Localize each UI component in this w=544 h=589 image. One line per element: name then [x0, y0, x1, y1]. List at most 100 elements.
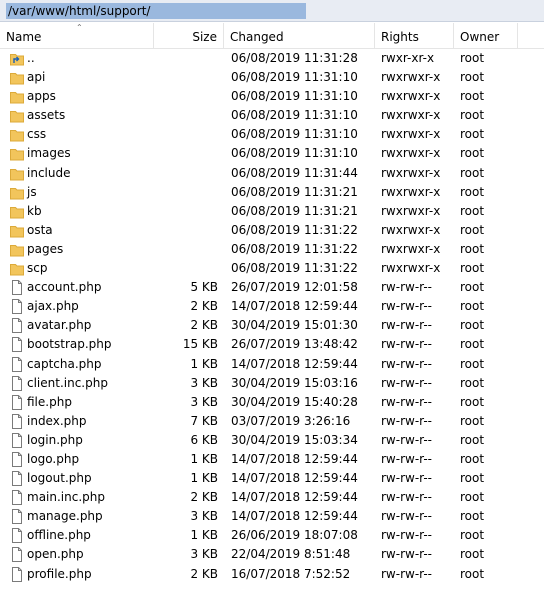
file-list: .. 06/08/2019 11:31:28 rwxr-xr-x root api 06/… [0, 49, 544, 584]
row-owner: root [460, 337, 485, 352]
file-row[interactable]: login.php 6 KB 30/04/2019 15:03:34 rw-rw-r-… [0, 431, 544, 450]
row-owner: root [460, 89, 485, 104]
folder-icon [10, 108, 24, 123]
file-row[interactable]: index.php 7 KB 03/07/2019 3:26:16 rw-rw-r--… [0, 412, 544, 431]
file-row[interactable]: main.inc.php 2 KB 14/07/2018 12:59:44 rw-rw… [0, 488, 544, 507]
row-rights: rw-rw-r-- [381, 528, 432, 543]
folder-icon [10, 242, 24, 257]
file-icon [10, 509, 24, 525]
row-owner: root [460, 280, 485, 295]
row-name: images [27, 146, 71, 161]
row-changed: 06/08/2019 11:31:21 [231, 203, 358, 218]
file-row[interactable]: open.php 3 KB 22/04/2019 8:51:48 rw-rw-r-- r… [0, 545, 544, 564]
row-owner: root [460, 375, 485, 390]
row-owner: root [460, 146, 485, 161]
file-row[interactable]: ajax.php 2 KB 14/07/2018 12:59:44 rw-rw-r--… [0, 297, 544, 316]
folder-row[interactable]: css 06/08/2019 11:31:10 rwxrwxr-x root [0, 125, 544, 144]
row-owner: root [460, 318, 485, 333]
row-size [150, 259, 218, 278]
row-rights: rw-rw-r-- [381, 471, 432, 486]
row-owner: root [460, 108, 485, 123]
folder-icon [10, 70, 24, 85]
file-row[interactable]: avatar.php 2 KB 30/04/2019 15:01:30 rw-rw-r… [0, 316, 544, 335]
row-changed: 06/08/2019 11:31:10 [231, 108, 358, 123]
row-size [150, 125, 218, 144]
folder-row[interactable]: js 06/08/2019 11:31:21 rwxrwxr-x root [0, 183, 544, 202]
folder-row[interactable]: assets 06/08/2019 11:31:10 rwxrwxr-x root [0, 106, 544, 125]
row-owner: root [460, 432, 485, 447]
column-header-name-label: Name [6, 30, 42, 44]
folder-row[interactable]: include 06/08/2019 11:31:44 rwxrwxr-x root [0, 164, 544, 183]
column-header-owner[interactable]: Owner [454, 23, 518, 48]
column-header-size-label: Size [192, 30, 217, 44]
folder-row[interactable]: images 06/08/2019 11:31:10 rwxrwxr-x root [0, 144, 544, 163]
row-name: profile.php [27, 566, 92, 581]
row-name: bootstrap.php [27, 337, 112, 352]
row-owner: root [460, 356, 485, 371]
path-field[interactable]: /var/www/html/support/ [6, 3, 306, 19]
row-rights: rw-rw-r-- [381, 547, 432, 562]
file-row[interactable]: client.inc.php 3 KB 30/04/2019 15:03:16 rw-… [0, 374, 544, 393]
folder-row[interactable]: osta 06/08/2019 11:31:22 rwxrwxr-x root [0, 221, 544, 240]
row-rights: rwxrwxr-x [381, 146, 441, 161]
row-owner: root [460, 547, 485, 562]
row-rights: rwxrwxr-x [381, 165, 441, 180]
row-owner: root [460, 127, 485, 142]
row-name: file.php [27, 394, 72, 409]
row-changed: 30/04/2019 15:03:16 [231, 375, 358, 390]
row-changed: 30/04/2019 15:01:30 [231, 318, 358, 333]
folder-row[interactable]: api 06/08/2019 11:31:10 rwxrwxr-x root [0, 68, 544, 87]
sort-ascending-icon: ⌃ [76, 23, 83, 32]
row-rights: rwxrwxr-x [381, 261, 441, 276]
file-row[interactable]: manage.php 3 KB 14/07/2018 12:59:44 rw-rw-r… [0, 507, 544, 526]
row-rights: rw-rw-r-- [381, 318, 432, 333]
row-name: captcha.php [27, 356, 102, 371]
row-size: 2 KB [190, 299, 218, 314]
row-owner: root [460, 222, 485, 237]
file-row[interactable]: captcha.php 1 KB 14/07/2018 12:59:44 rw-rw-… [0, 355, 544, 374]
row-owner: root [460, 394, 485, 409]
row-size [150, 240, 218, 259]
file-icon [10, 394, 24, 410]
folder-row[interactable]: kb 06/08/2019 11:31:21 rwxrwxr-x root [0, 202, 544, 221]
row-name: .. [27, 51, 35, 65]
row-owner: root [460, 490, 485, 505]
parent-directory-row[interactable]: .. 06/08/2019 11:31:28 rwxr-xr-x root [0, 49, 544, 68]
row-rights: rwxrwxr-x [381, 203, 441, 218]
folder-row[interactable]: scp 06/08/2019 11:31:22 rwxrwxr-x root [0, 259, 544, 278]
row-size: 3 KB [190, 394, 218, 409]
file-row[interactable]: account.php 5 KB 26/07/2019 12:01:58 rw-rw-… [0, 278, 544, 297]
row-name: client.inc.php [27, 375, 108, 390]
row-size [150, 87, 218, 106]
row-changed: 06/08/2019 11:31:22 [231, 241, 358, 256]
folder-row[interactable]: apps 06/08/2019 11:31:10 rwxrwxr-x root [0, 87, 544, 106]
folder-icon [10, 223, 24, 238]
column-header-rights[interactable]: Rights [375, 23, 454, 48]
row-changed: 06/08/2019 11:31:28 [231, 51, 358, 65]
row-owner: root [460, 451, 485, 466]
column-header-size[interactable]: Size [154, 23, 224, 48]
column-header-name[interactable]: ⌃ Name [0, 23, 154, 48]
row-size [150, 164, 218, 183]
row-size: 15 KB [182, 337, 218, 352]
file-row[interactable]: bootstrap.php 15 KB 26/07/2019 13:48:42 rw-… [0, 335, 544, 354]
row-changed: 26/06/2019 18:07:08 [231, 528, 358, 543]
folder-icon [10, 127, 24, 142]
column-header-changed[interactable]: Changed [224, 23, 375, 48]
file-icon [10, 337, 24, 353]
file-row[interactable]: logout.php 1 KB 14/07/2018 12:59:44 rw-rw-r… [0, 469, 544, 488]
file-row[interactable]: profile.php 2 KB 16/07/2018 7:52:52 rw-rw-r… [0, 565, 544, 584]
row-size [150, 144, 218, 163]
row-name: apps [27, 89, 56, 104]
row-changed: 03/07/2019 3:26:16 [231, 413, 351, 428]
file-icon [10, 432, 24, 448]
file-icon [10, 547, 24, 563]
row-size: 1 KB [190, 451, 218, 466]
folder-row[interactable]: pages 06/08/2019 11:31:22 rwxrwxr-x root [0, 240, 544, 259]
row-rights: rw-rw-r-- [381, 490, 432, 505]
row-rights: rw-rw-r-- [381, 280, 432, 295]
row-name: logout.php [27, 471, 92, 486]
file-row[interactable]: logo.php 1 KB 14/07/2018 12:59:44 rw-rw-r--… [0, 450, 544, 469]
file-row[interactable]: offline.php 1 KB 26/06/2019 18:07:08 rw-rw-… [0, 526, 544, 545]
file-row[interactable]: file.php 3 KB 30/04/2019 15:40:28 rw-rw-r--… [0, 393, 544, 412]
